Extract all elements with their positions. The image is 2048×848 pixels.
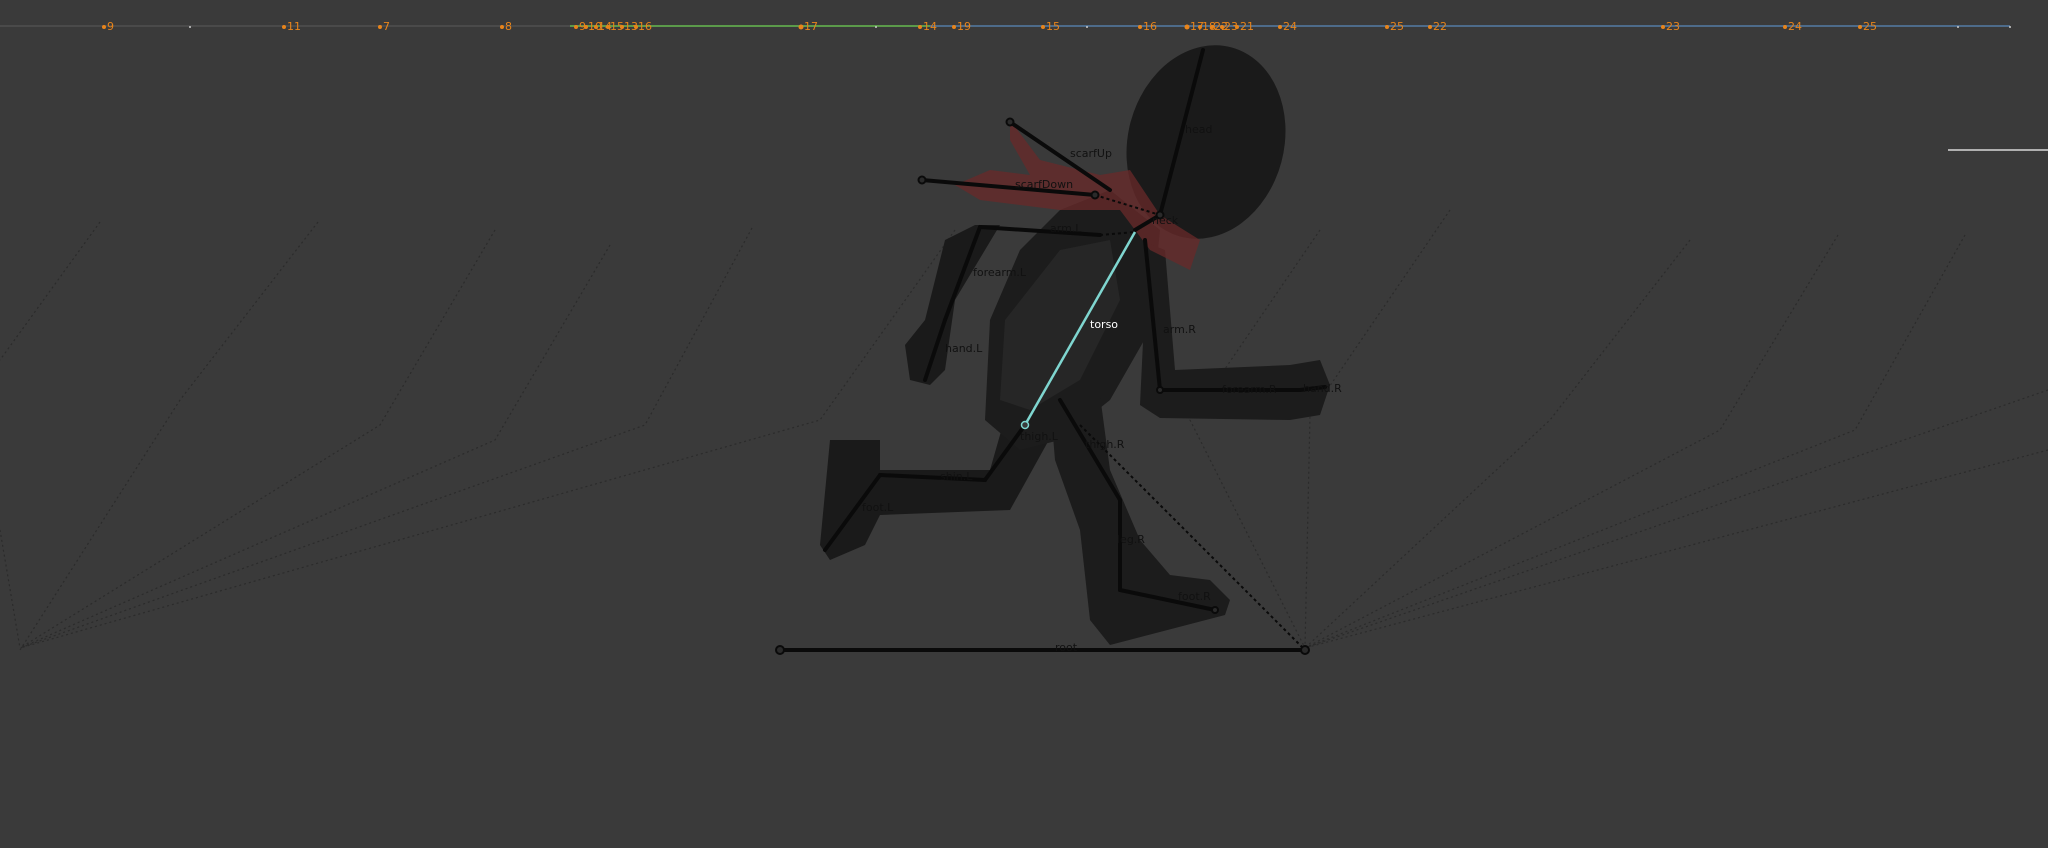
joint-hand-right[interactable] — [1156, 386, 1164, 394]
label-thigh-right: thigh.R — [1085, 438, 1125, 451]
label-scarfUp: scarfUp — [1070, 147, 1112, 160]
joint-root-left[interactable] — [775, 645, 785, 655]
label-torso: torso — [1090, 318, 1118, 331]
label-hand-right: hand.R — [1303, 382, 1342, 395]
label-hand-left: hand.L — [945, 342, 983, 355]
joint-torso-base[interactable] — [1020, 420, 1030, 430]
joint-foot-right[interactable] — [1211, 606, 1219, 614]
label-head: head — [1185, 123, 1212, 136]
3d-viewport[interactable]: 9 11 7 8 9 10 14 15 13 16 17 14 19 15 16… — [0, 0, 2048, 848]
joint-scarf-tail[interactable] — [1090, 190, 1100, 200]
label-neck: neck — [1152, 214, 1179, 227]
label-foot-right: foot.R — [1178, 590, 1211, 603]
viewport-scene[interactable]: head scarfUp scarfDown neck arm.L forear… — [0, 0, 2048, 848]
label-shin-left: shin.L — [940, 470, 973, 483]
label-leg-right: leg.R — [1117, 533, 1145, 546]
joint-root-right[interactable] — [1300, 645, 1310, 655]
label-forearm-left: forearm.L — [973, 266, 1027, 279]
label-scarfDown: scarfDown — [1015, 178, 1073, 191]
label-arm-right: arm.R — [1163, 323, 1196, 336]
label-foot-left: foot.L — [862, 501, 894, 514]
label-thigh-left: thigh.L — [1020, 430, 1059, 443]
label-root: root — [1055, 641, 1078, 654]
label-forearm-right: forearm.R — [1222, 383, 1277, 396]
joint-scarfDown-head[interactable] — [917, 175, 927, 185]
label-arm-left: arm.L — [1050, 222, 1082, 235]
joint-scarfUp-head[interactable] — [1005, 117, 1015, 127]
